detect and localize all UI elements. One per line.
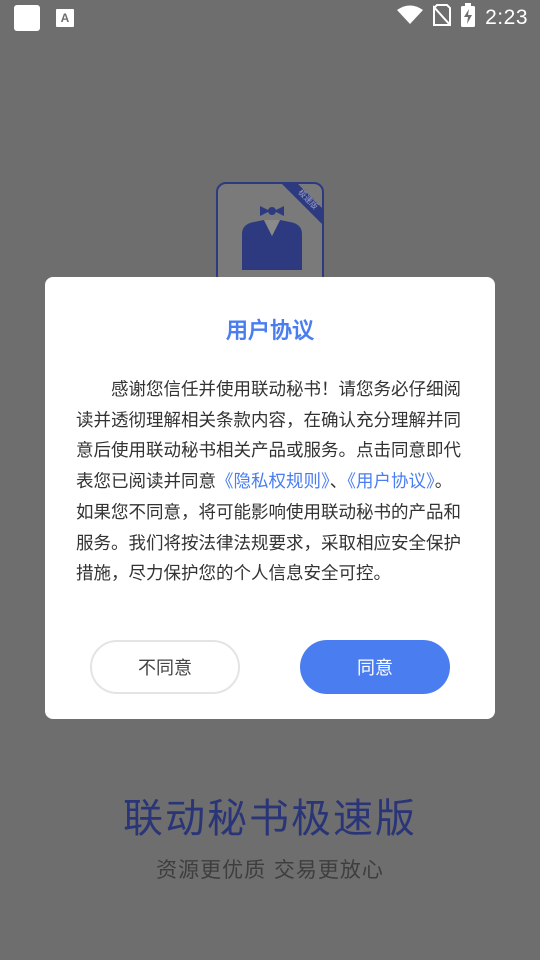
wifi-icon [397,5,424,31]
link-separator: 、 [329,472,348,493]
no-sim-icon [432,4,452,32]
app-square-icon [14,5,40,31]
privacy-policy-link[interactable]: 《隐私权规则》 [216,472,330,492]
status-bar: A 2:23 [0,0,540,36]
svg-text:A: A [61,11,70,25]
disagree-button[interactable]: 不同意 [90,640,240,694]
app-name: 联动秘书极速版 [123,796,417,842]
battery-charging-icon [461,3,476,33]
status-time: 2:23 [485,6,528,29]
user-agreement-link[interactable]: 《用户协议》 [347,472,435,492]
font-a-icon: A [56,9,74,27]
dialog-title: 用户协议 [225,319,314,344]
dialog-body: 感谢您信任并使用联动秘书！请您务必仔细阅读并透彻理解相关条款内容，在确认充分理解… [76,375,468,590]
app-slogan: 资源更优质 交易更放心 [156,858,384,882]
user-agreement-dialog: 用户协议 感谢您信任并使用联动秘书！请您务必仔细阅读并透彻理解相关条款内容，在确… [45,277,495,719]
agree-button[interactable]: 同意 [300,640,450,694]
app-logo: 极速版 [216,182,324,290]
